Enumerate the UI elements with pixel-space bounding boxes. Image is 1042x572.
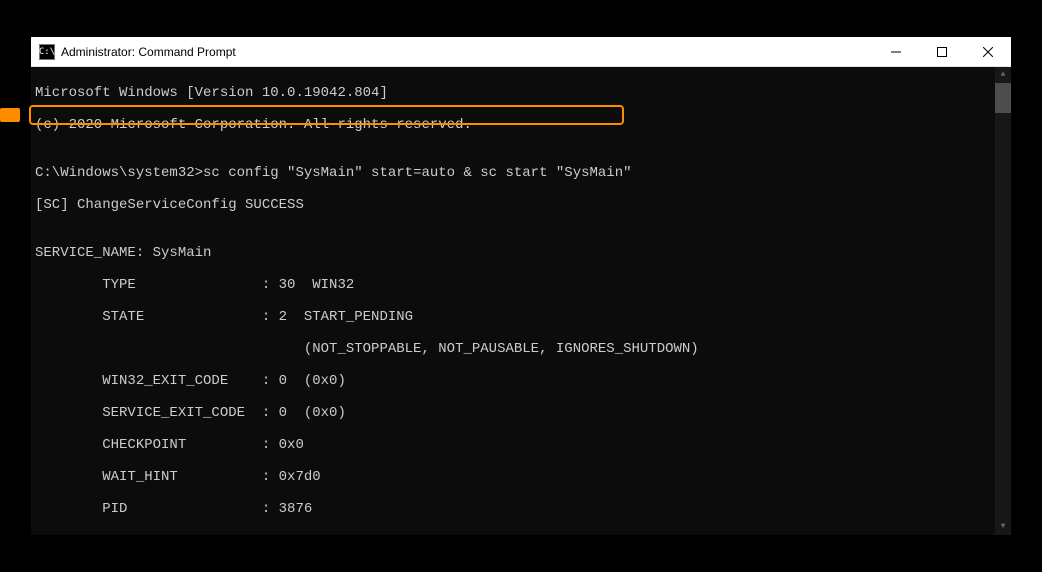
annotation-highlight-tab — [0, 108, 20, 122]
console-line: PID : 3876 — [35, 501, 1007, 517]
prompt-path: C:\Windows\system32> — [35, 165, 203, 181]
window-controls — [873, 37, 1011, 66]
entered-command: sc config "SysMain" start=auto & sc star… — [203, 165, 631, 181]
console-output-area[interactable]: Microsoft Windows [Version 10.0.19042.80… — [31, 67, 1011, 535]
console-line: CHECKPOINT : 0x0 — [35, 437, 1007, 453]
scrollbar-down-arrow-icon[interactable]: ▼ — [995, 519, 1011, 535]
console-line: (c) 2020 Microsoft Corporation. All righ… — [35, 117, 1007, 133]
console-line: WIN32_EXIT_CODE : 0 (0x0) — [35, 373, 1007, 389]
console-line: (NOT_STOPPABLE, NOT_PAUSABLE, IGNORES_SH… — [35, 341, 1007, 357]
maximize-button[interactable] — [919, 37, 965, 66]
window-title: Administrator: Command Prompt — [61, 45, 873, 59]
console-line: SERVICE_NAME: SysMain — [35, 245, 1007, 261]
scrollbar-thumb[interactable] — [995, 83, 1011, 113]
console-line: WAIT_HINT : 0x7d0 — [35, 469, 1007, 485]
console-line: STATE : 2 START_PENDING — [35, 309, 1007, 325]
window-titlebar[interactable]: C:\ Administrator: Command Prompt — [31, 37, 1011, 67]
scrollbar-up-arrow-icon[interactable]: ▲ — [995, 67, 1011, 83]
close-button[interactable] — [965, 37, 1011, 66]
console-line: [SC] ChangeServiceConfig SUCCESS — [35, 197, 1007, 213]
vertical-scrollbar[interactable]: ▲ ▼ — [995, 67, 1011, 535]
console-line: SERVICE_EXIT_CODE : 0 (0x0) — [35, 405, 1007, 421]
console-line: TYPE : 30 WIN32 — [35, 277, 1007, 293]
console-line: FLAGS : — [35, 533, 1007, 535]
console-command-line: C:\Windows\system32>sc config "SysMain" … — [35, 165, 1007, 181]
minimize-button[interactable] — [873, 37, 919, 66]
command-prompt-window: C:\ Administrator: Command Prompt Micros… — [31, 37, 1011, 535]
console-line: Microsoft Windows [Version 10.0.19042.80… — [35, 85, 1007, 101]
cmd-icon: C:\ — [39, 44, 55, 60]
